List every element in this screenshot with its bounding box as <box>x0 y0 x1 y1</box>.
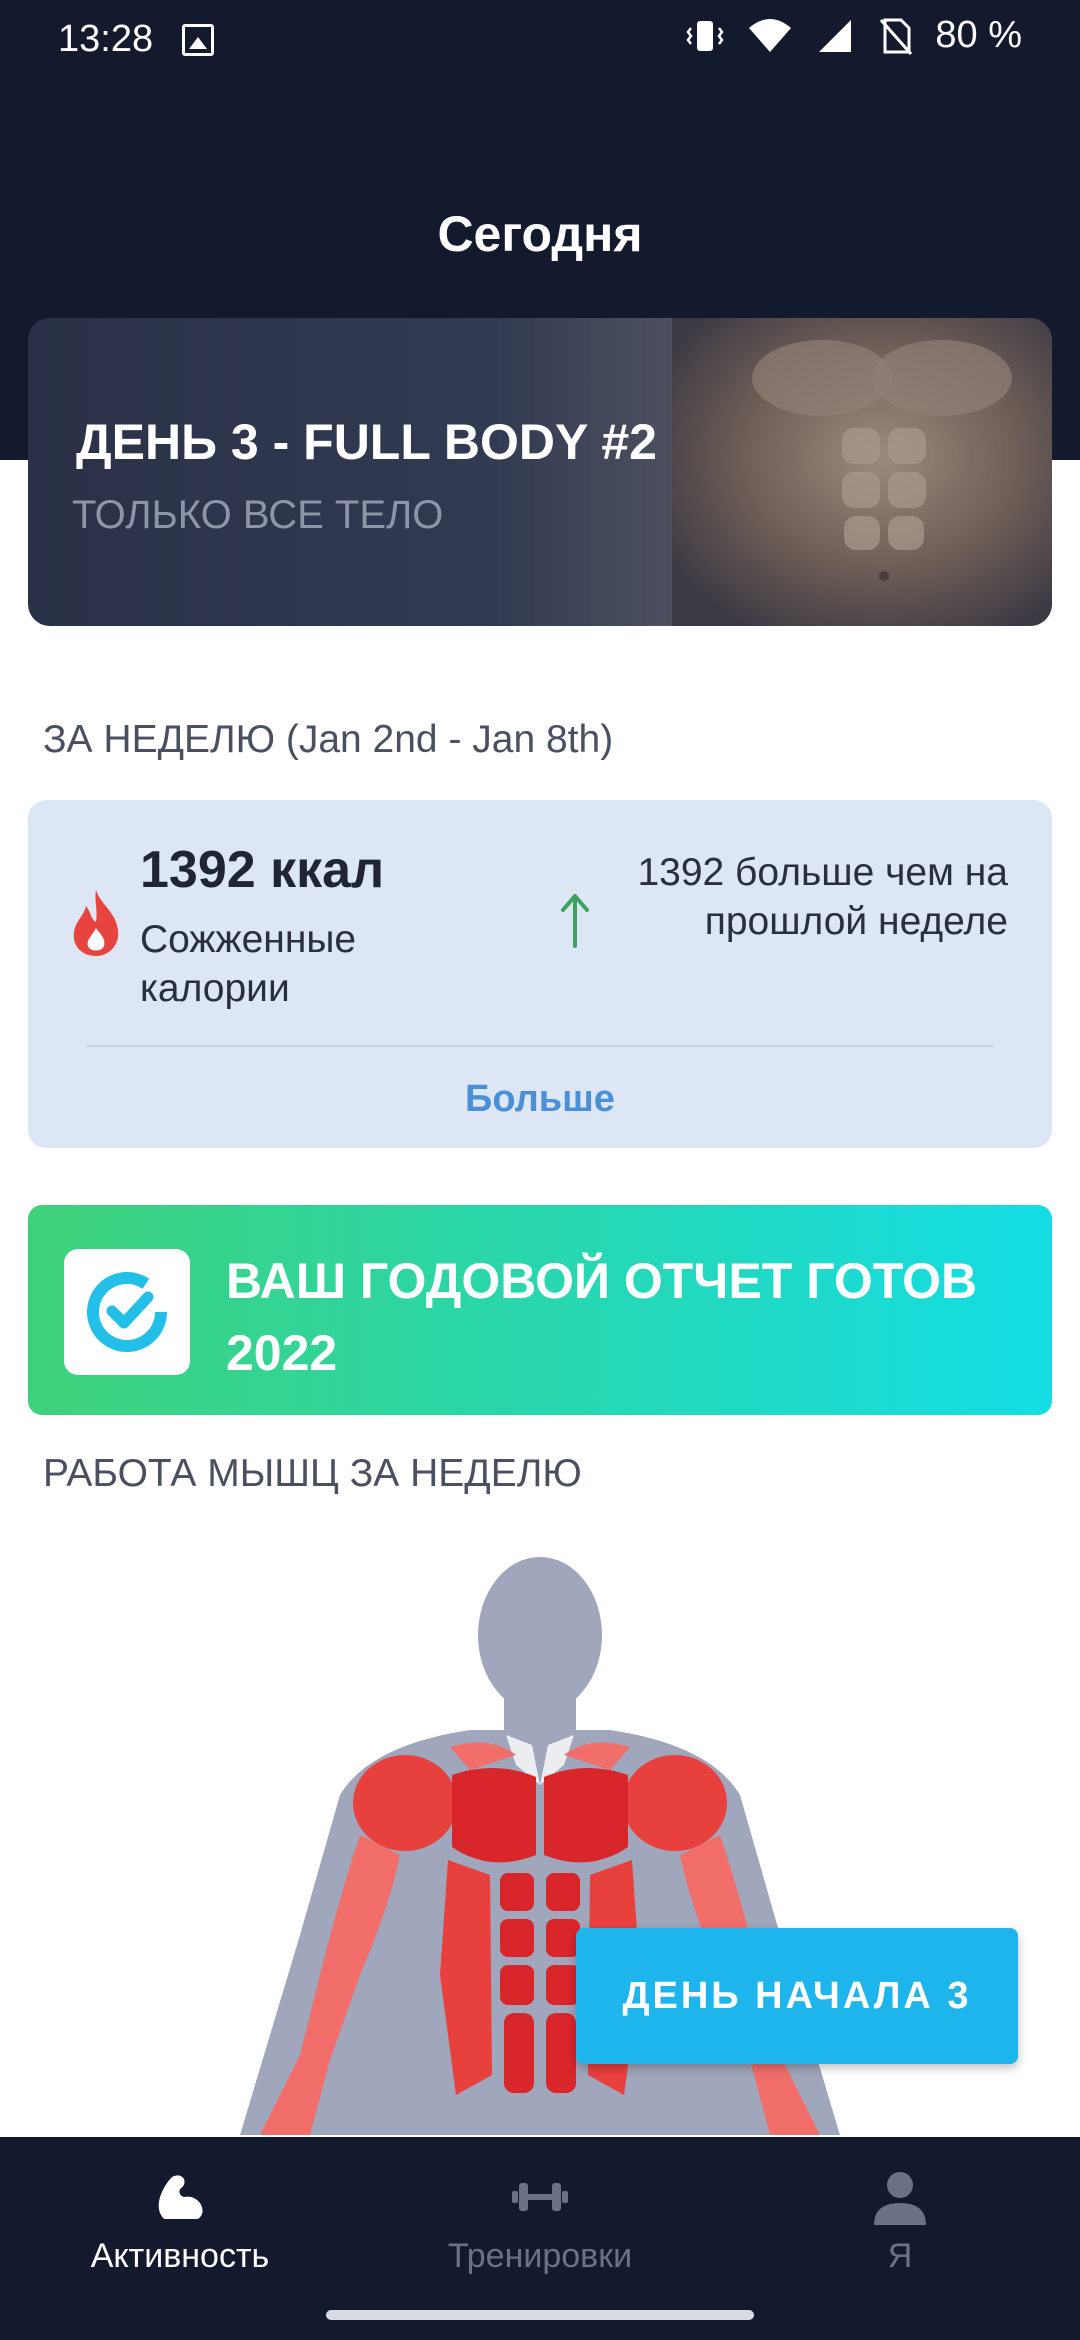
nav-item-activity[interactable]: Активность <box>0 2137 360 2340</box>
start-day-button[interactable]: ДЕНЬ НАЧАЛА 3 <box>576 1928 1018 2064</box>
bicep-icon <box>158 2175 203 2219</box>
workout-card[interactable]: ДЕНЬ 3 - FULL BODY #2 ТОЛЬКО ВСЕ ТЕЛО <box>28 318 1052 626</box>
calories-comparison: 1392 больше чем на прошлой неделе <box>637 851 1008 943</box>
more-link[interactable]: Больше <box>28 1078 1052 1121</box>
calories-caption: Сожженные калории <box>140 918 357 1010</box>
nav-label-workouts: Тренировки <box>447 2237 633 2275</box>
report-text: ВАШ ГОДОВОЙ ОТЧЕТ ГОТОВ 2022 <box>226 1253 978 1381</box>
workout-title: ДЕНЬ 3 - FULL BODY #2 <box>76 414 657 470</box>
person-icon <box>874 2172 926 2225</box>
page-title: Сегодня <box>437 206 643 262</box>
fire-icon <box>73 890 119 956</box>
muscle-section-label: РАБОТА МЫШЦ ЗА НЕДЕЛЮ <box>43 1452 582 1495</box>
status-bar: 13:28 80 % <box>0 0 1080 80</box>
vibrate-icon <box>686 20 724 51</box>
status-time: 13:28 <box>58 18 154 60</box>
battery-level: 80 % <box>935 14 1022 56</box>
dumbbell-icon <box>512 2183 568 2211</box>
weekly-stats-card: 1392 ккал Сожженные калории 1392 больше … <box>28 800 1052 1148</box>
wifi-icon <box>749 18 792 52</box>
report-icon-box <box>64 1249 190 1375</box>
signal-icon <box>819 19 852 52</box>
calories-value: 1392 ккал <box>140 841 385 899</box>
workout-subtitle: ТОЛЬКО ВСЕ ТЕЛО <box>72 493 444 537</box>
status-icons: 80 % <box>685 14 1022 57</box>
image-icon <box>182 24 214 56</box>
home-indicator[interactable] <box>326 2310 754 2320</box>
nav-label-activity: Активность <box>90 2237 270 2275</box>
check-circle-icon <box>87 1272 167 1352</box>
annual-report-banner[interactable]: ВАШ ГОДОВОЙ ОТЧЕТ ГОТОВ 2022 <box>28 1205 1052 1415</box>
nav-label-me: Я <box>887 2237 913 2275</box>
nav-item-me[interactable]: Я <box>720 2137 1080 2340</box>
divider <box>86 1045 994 1047</box>
no-sim-icon <box>880 18 913 55</box>
arrow-up-icon <box>561 894 589 948</box>
week-section-label: ЗА НЕДЕЛЮ (Jan 2nd - Jan 8th) <box>43 718 614 761</box>
torso-photo <box>672 318 1052 626</box>
